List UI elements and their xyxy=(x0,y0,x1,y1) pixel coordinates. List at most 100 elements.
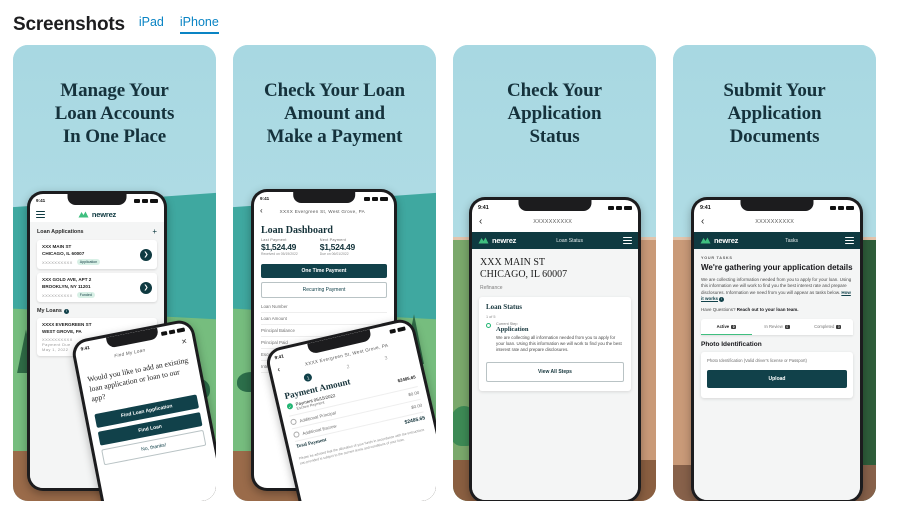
headline-line: Amount and xyxy=(284,103,385,124)
back-arrow-icon[interactable]: ‹ xyxy=(276,365,281,374)
tab-ipad[interactable]: iPad xyxy=(139,15,164,34)
screenshot-card-2[interactable]: Check Your Loan Amount and Make a Paymen… xyxy=(233,45,436,501)
section-title-applications: Loan Applications xyxy=(37,229,84,235)
status-time: 9:41 xyxy=(478,204,489,211)
step-1[interactable]: 1 xyxy=(303,372,313,383)
status-icons xyxy=(389,325,406,334)
masked-number: XXXXXXXXXX xyxy=(42,259,73,265)
tab-active[interactable]: Active 0 xyxy=(701,319,752,336)
detail-label: Principal Paid xyxy=(261,340,288,345)
document-card: Photo Identification (Valid driver's lic… xyxy=(701,352,853,399)
view-all-steps-button[interactable]: View All Steps xyxy=(486,361,624,382)
status-icons xyxy=(134,198,158,203)
recurring-payment-button[interactable]: Recurring Payment xyxy=(261,282,387,298)
status-time: 9:41 xyxy=(36,198,46,203)
last-payment: Last Payment $1,524.49 Received on 05/19… xyxy=(261,238,298,256)
address-line-1: XXX MAIN ST xyxy=(480,257,545,268)
back-arrow-icon[interactable]: ‹ xyxy=(479,217,482,227)
nav-title: XXXXXXXXXX xyxy=(533,219,573,225)
screenshot-card-1[interactable]: Manage Your Loan Accounts In One Place 9… xyxy=(13,45,216,501)
tab-iphone[interactable]: iPhone xyxy=(179,15,219,34)
brand-name: newrez xyxy=(91,210,117,219)
step-3[interactable]: 3 xyxy=(384,355,389,363)
app-brand-bar: newrez Loan Status xyxy=(472,232,638,249)
wifi-icon xyxy=(142,198,148,203)
chevron-right-icon[interactable]: ❯ xyxy=(140,248,152,261)
payment-note: Received on 05/19/2022 xyxy=(261,252,298,256)
tab-completed[interactable]: Completed 0 xyxy=(802,319,853,335)
chevron-right-icon[interactable]: ❯ xyxy=(140,281,152,294)
payment-amount: $2485.65 xyxy=(397,374,417,384)
close-icon[interactable]: ✕ xyxy=(181,337,188,346)
newrez-mountain-icon xyxy=(78,211,89,218)
application-meta: XXXXXXXXXX Funded xyxy=(42,292,95,298)
total-amount: $2485.65 xyxy=(404,415,426,426)
section-title-loans: My Loans xyxy=(37,308,62,314)
tab-label: Active xyxy=(716,324,730,330)
address-line-2: BROOKLYN, NY 11201 xyxy=(42,283,91,289)
panel-title: Loan Status xyxy=(486,303,522,311)
battery-icon xyxy=(150,198,158,203)
payment-amount: $1,524.49 xyxy=(261,242,297,252)
info-icon[interactable]: i xyxy=(719,296,725,302)
headline-line: Check Your xyxy=(507,80,602,101)
checked-radio-icon[interactable]: ✓ xyxy=(286,402,294,410)
tasks-eyebrow: YOUR TASKS xyxy=(701,256,733,260)
loan-type: Refinance xyxy=(480,285,503,291)
screenshot-headline-4: Submit Your Application Documents xyxy=(673,79,876,148)
loan-team-link[interactable]: Reach out to your loan team. xyxy=(737,307,799,312)
nav-bar: ‹ XXXXXXXXXX xyxy=(472,215,638,232)
nav-bar: ‹ XXXX Evergreen St, West Grove, PA xyxy=(254,205,394,219)
step-2[interactable]: 2 xyxy=(346,364,351,372)
hamburger-menu-icon[interactable] xyxy=(36,211,45,218)
screenshot-card-3[interactable]: Check Your Application Status 9:41 ‹ XXX… xyxy=(453,45,656,501)
app-brand-bar: newrez xyxy=(30,207,164,222)
document-section-title: Photo Identification xyxy=(701,341,762,349)
brandbar-title: Tasks xyxy=(785,237,798,244)
battery-icon xyxy=(624,205,632,210)
application-row[interactable]: XXX MAIN ST CHICAGO, IL 60007 XXXXXXXXXX… xyxy=(37,240,157,269)
upload-button[interactable]: Upload xyxy=(707,370,847,389)
screenshot-headline-2: Check Your Loan Amount and Make a Paymen… xyxy=(233,79,436,148)
brand-logo: newrez xyxy=(78,210,116,219)
unchecked-radio-icon[interactable] xyxy=(289,418,298,426)
payment-amount: $0.00 xyxy=(407,389,420,398)
hamburger-menu-icon[interactable] xyxy=(844,237,854,244)
tasks-body: YOUR TASKS We're gathering your applicat… xyxy=(694,249,860,500)
payment-summary: Last Payment $1,524.49 Received on 05/19… xyxy=(261,236,387,260)
application-row[interactable]: XXX GOLD AVE, APT 2 BROOKLYN, NY 11201 X… xyxy=(37,273,157,302)
headline-line: Loan Accounts xyxy=(54,103,175,124)
phone-notch xyxy=(293,192,355,203)
detail-label: Loan Number xyxy=(261,304,288,309)
nav-bar: ‹ XXXXXXXXXX xyxy=(694,215,860,232)
brandbar-title: Loan Status xyxy=(556,237,583,244)
battery-icon xyxy=(380,196,388,201)
phone-screen: 9:41 Find My Loan ✕ Would you like to ad… xyxy=(73,321,216,501)
headline-line: Manage Your xyxy=(60,80,169,101)
screenshot-gallery: Manage Your Loan Accounts In One Place 9… xyxy=(0,36,902,501)
app-brand-bar: newrez Tasks xyxy=(694,232,860,249)
phone-notch xyxy=(67,194,127,205)
back-arrow-icon[interactable]: ‹ xyxy=(701,217,704,227)
step-status-icon xyxy=(486,323,491,328)
tab-count: 0 xyxy=(731,325,737,330)
battery-icon xyxy=(397,325,406,332)
hamburger-menu-icon[interactable] xyxy=(622,237,632,244)
detail-label: Principal Balance xyxy=(261,328,295,333)
document-description: Photo Identification (Valid driver's lic… xyxy=(707,358,807,364)
application-info: XXX MAIN ST CHICAGO, IL 60007 XXXXXXXXXX… xyxy=(42,244,101,265)
headline-line: Submit Your xyxy=(723,80,826,101)
signal-icon xyxy=(160,330,168,336)
status-badge: Application xyxy=(76,259,101,265)
back-arrow-icon[interactable]: ‹ xyxy=(260,207,263,215)
phone-screen: 9:41 ‹ XXXXXXXXXX xyxy=(694,200,860,500)
screenshot-card-4[interactable]: Submit Your Application Documents 9:41 ‹… xyxy=(673,45,876,501)
one-time-payment-button[interactable]: One Time Payment xyxy=(261,264,387,278)
unchecked-radio-icon[interactable] xyxy=(292,430,301,439)
phone-screen: 9:41 ‹ XXXXXXXXXX xyxy=(472,200,638,500)
add-application-icon[interactable]: + xyxy=(152,228,157,236)
total-label: Total Payment xyxy=(295,437,328,450)
screenshot-headline-3: Check Your Application Status xyxy=(453,79,656,148)
info-icon[interactable]: i xyxy=(63,308,69,314)
tab-in-review[interactable]: In Review 0 xyxy=(752,319,803,335)
